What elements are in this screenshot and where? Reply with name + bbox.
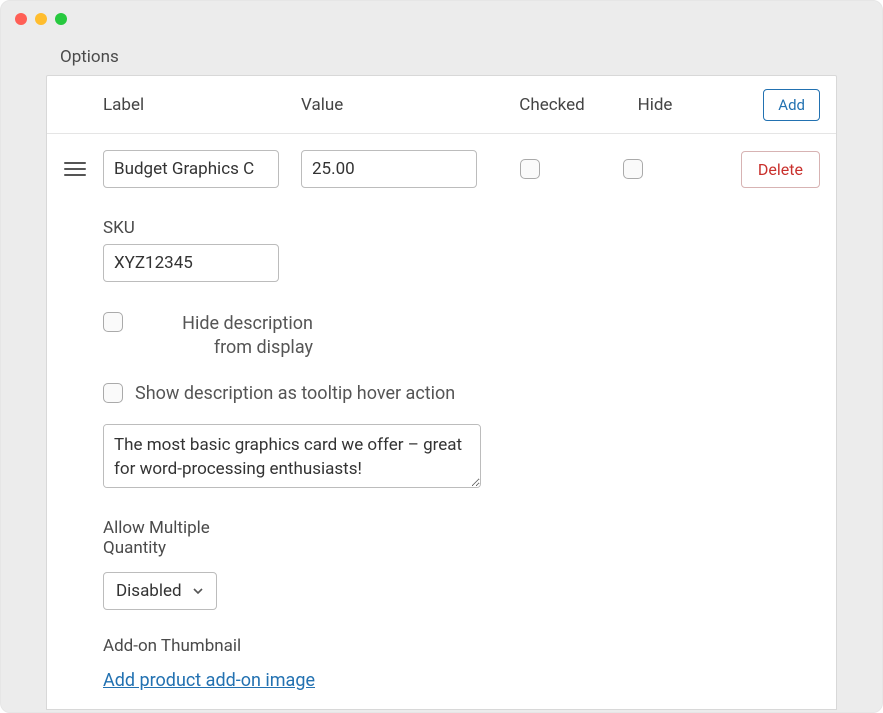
drag-handle-icon[interactable] [47,162,103,176]
thumbnail-label: Add-on Thumbnail [103,636,820,656]
content: Options Label Value Checked Hide Add [1,37,882,712]
allow-multiple-value: Disabled [116,581,182,601]
tooltip-row: Show description as tooltip hover action [103,383,820,404]
table-header: Label Value Checked Hide Add [47,76,836,134]
col-header-hide: Hide [605,95,705,115]
hide-checkbox[interactable] [623,159,643,179]
value-input[interactable] [301,150,477,188]
chevron-down-icon [192,585,204,597]
hide-description-checkbox[interactable] [103,312,123,332]
col-header-label: Label [103,95,301,115]
allow-multiple-select[interactable]: Disabled [103,572,217,610]
col-header-value: Value [301,95,499,115]
close-icon[interactable] [15,13,27,25]
add-image-link[interactable]: Add product add-on image [103,670,315,691]
checked-checkbox[interactable] [520,159,540,179]
app-window: Options Label Value Checked Hide Add [0,0,883,713]
option-row: Delete [47,134,836,194]
tooltip-checkbox[interactable] [103,383,123,403]
minimize-icon[interactable] [35,13,47,25]
titlebar [1,1,882,37]
option-details: SKU Hide description from display Show d… [47,194,836,691]
hide-description-label: Hide description from display [153,312,313,361]
add-button[interactable]: Add [763,89,820,121]
maximize-icon[interactable] [55,13,67,25]
label-input[interactable] [103,150,279,188]
col-header-checked: Checked [499,95,605,115]
description-textarea[interactable]: The most basic graphics card we offer – … [103,424,481,488]
allow-multiple-label: Allow Multiple Quantity [103,518,243,558]
sku-input[interactable] [103,244,279,282]
sku-label: SKU [103,218,820,238]
tooltip-label: Show description as tooltip hover action [135,383,455,404]
hide-description-row: Hide description from display [103,312,820,361]
section-title: Options [60,47,837,67]
options-panel: Label Value Checked Hide Add [46,75,837,710]
delete-button[interactable]: Delete [741,151,820,188]
